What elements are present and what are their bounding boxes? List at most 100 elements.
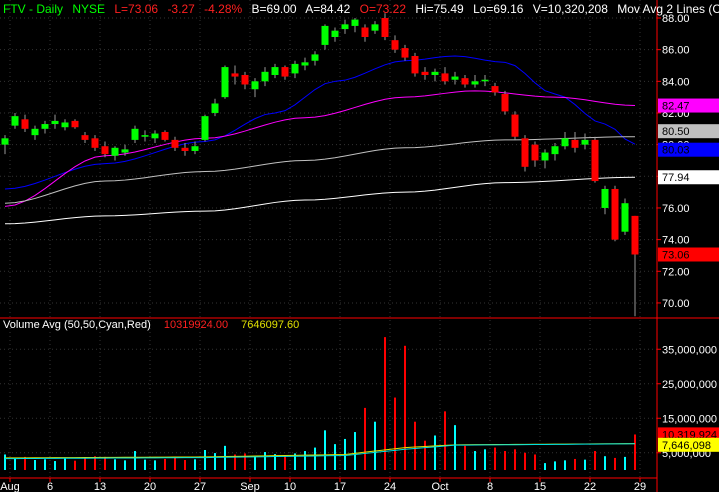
volume-tick-label: 25,000,000 <box>662 379 717 391</box>
candle-body <box>211 103 219 113</box>
candle-body <box>181 147 189 151</box>
ma-value-tag: 80.03 <box>662 145 690 157</box>
candle-body <box>171 139 179 148</box>
high: Hi=75.49 <box>415 2 464 16</box>
candle-body <box>491 86 499 93</box>
date-label: 27 <box>194 481 206 492</box>
date-label: 22 <box>584 481 596 492</box>
bid: B=69.00 <box>251 2 297 16</box>
candle-body <box>541 152 549 161</box>
change: -3.27 <box>167 2 195 16</box>
candle-body <box>441 73 449 82</box>
candle-body <box>371 24 379 31</box>
candle-body <box>201 116 209 140</box>
ask: A=84.42 <box>305 2 351 16</box>
candle-body <box>81 135 89 140</box>
candle-body <box>421 71 429 75</box>
candle-body <box>191 146 199 151</box>
candle-body <box>101 146 109 155</box>
volume: V=10,320,208 <box>532 2 608 16</box>
candle-body <box>111 147 119 156</box>
volume-avg-value: 7646097.60 <box>241 319 300 331</box>
candle-body <box>531 144 539 161</box>
candle-body <box>231 73 239 77</box>
date-label: Oct <box>431 481 448 492</box>
volume-tick-label: 15,000,000 <box>662 413 717 425</box>
candle-body <box>71 120 79 128</box>
date-label: 8 <box>487 481 493 492</box>
candle-body <box>591 139 599 182</box>
date-label: 24 <box>384 481 396 492</box>
stock-chart: 88.0086.0084.0082.0080.0078.0076.0074.00… <box>0 0 719 492</box>
candle-body <box>481 79 489 82</box>
candle-body <box>451 76 459 80</box>
candle-body <box>301 62 309 66</box>
candle-body <box>631 215 639 255</box>
candle-body <box>121 149 129 153</box>
date-label: 17 <box>334 481 346 492</box>
price-tick-label: 70.00 <box>662 298 690 310</box>
price-header: FTV - Daily NYSE L=73.06 -3.27 -4.28% B=… <box>3 2 719 16</box>
change-pct: -4.28% <box>204 2 243 16</box>
study-label: Mov Avg 2 Lines (Close, ... <box>617 2 719 16</box>
chart-canvas[interactable]: 88.0086.0084.0082.0080.0078.0076.0074.00… <box>0 0 719 492</box>
candle-body <box>271 67 279 75</box>
candle-body <box>311 54 319 61</box>
candle-body <box>21 119 29 129</box>
candle-body <box>521 138 529 167</box>
candle-body <box>241 74 249 85</box>
candle-body <box>621 203 629 232</box>
volume-study-label: Volume Avg (50,50,Cyan,Red) <box>3 319 151 331</box>
candle-body <box>151 133 159 139</box>
price-tick-label: 84.00 <box>662 76 690 88</box>
candle-body <box>461 78 469 85</box>
candle-body <box>611 188 619 240</box>
last-price-tag: 73.06 <box>662 250 690 262</box>
candle-body <box>381 18 389 37</box>
moving-average-line <box>4 55 636 190</box>
date-label: 15 <box>534 481 546 492</box>
candle-body <box>551 146 559 155</box>
ma-value-tag: 77.94 <box>662 172 690 184</box>
candle-body <box>251 81 259 90</box>
candle-body <box>581 139 589 145</box>
candle-body <box>131 128 139 140</box>
candle-body <box>331 30 339 37</box>
candle-body <box>511 114 519 137</box>
candle-body <box>31 128 39 136</box>
price-tick-label: 72.00 <box>662 266 690 278</box>
candle-body <box>571 139 579 148</box>
candle-body <box>281 67 289 77</box>
candle-body <box>391 40 399 50</box>
last-price: L=73.06 <box>114 2 159 16</box>
candle-body <box>11 116 19 126</box>
ma-value-tag: 82.47 <box>662 101 690 113</box>
candle-body <box>161 131 169 140</box>
ma-value-tag: 80.50 <box>662 126 690 138</box>
candle-body <box>261 71 269 82</box>
date-label: 6 <box>47 481 53 492</box>
candle-body <box>401 48 409 58</box>
candle-body <box>51 120 59 125</box>
date-label: 29 <box>634 481 646 492</box>
price-tick-label: 86.00 <box>662 45 690 57</box>
date-label: 10 <box>284 481 296 492</box>
price-tick-label: 74.00 <box>662 235 690 247</box>
date-label: 13 <box>94 481 106 492</box>
candle-body <box>361 27 369 37</box>
candle-body <box>351 19 359 26</box>
candle-body <box>411 55 419 74</box>
candle-body <box>221 67 229 98</box>
candle-body <box>1 138 9 145</box>
candle-body <box>601 188 609 208</box>
volume-avg-tag: 7,646,098 <box>662 440 711 452</box>
candle-body <box>291 63 299 74</box>
volume-value: 10319924.00 <box>163 319 229 331</box>
candle-body <box>41 124 49 129</box>
candle-body <box>61 122 69 128</box>
open: O=73.22 <box>359 2 406 16</box>
volume-tick-label: 35,000,000 <box>662 344 717 356</box>
date-label: Aug <box>0 481 20 492</box>
symbol: FTV - Daily <box>3 2 63 16</box>
candle-body <box>431 71 439 75</box>
